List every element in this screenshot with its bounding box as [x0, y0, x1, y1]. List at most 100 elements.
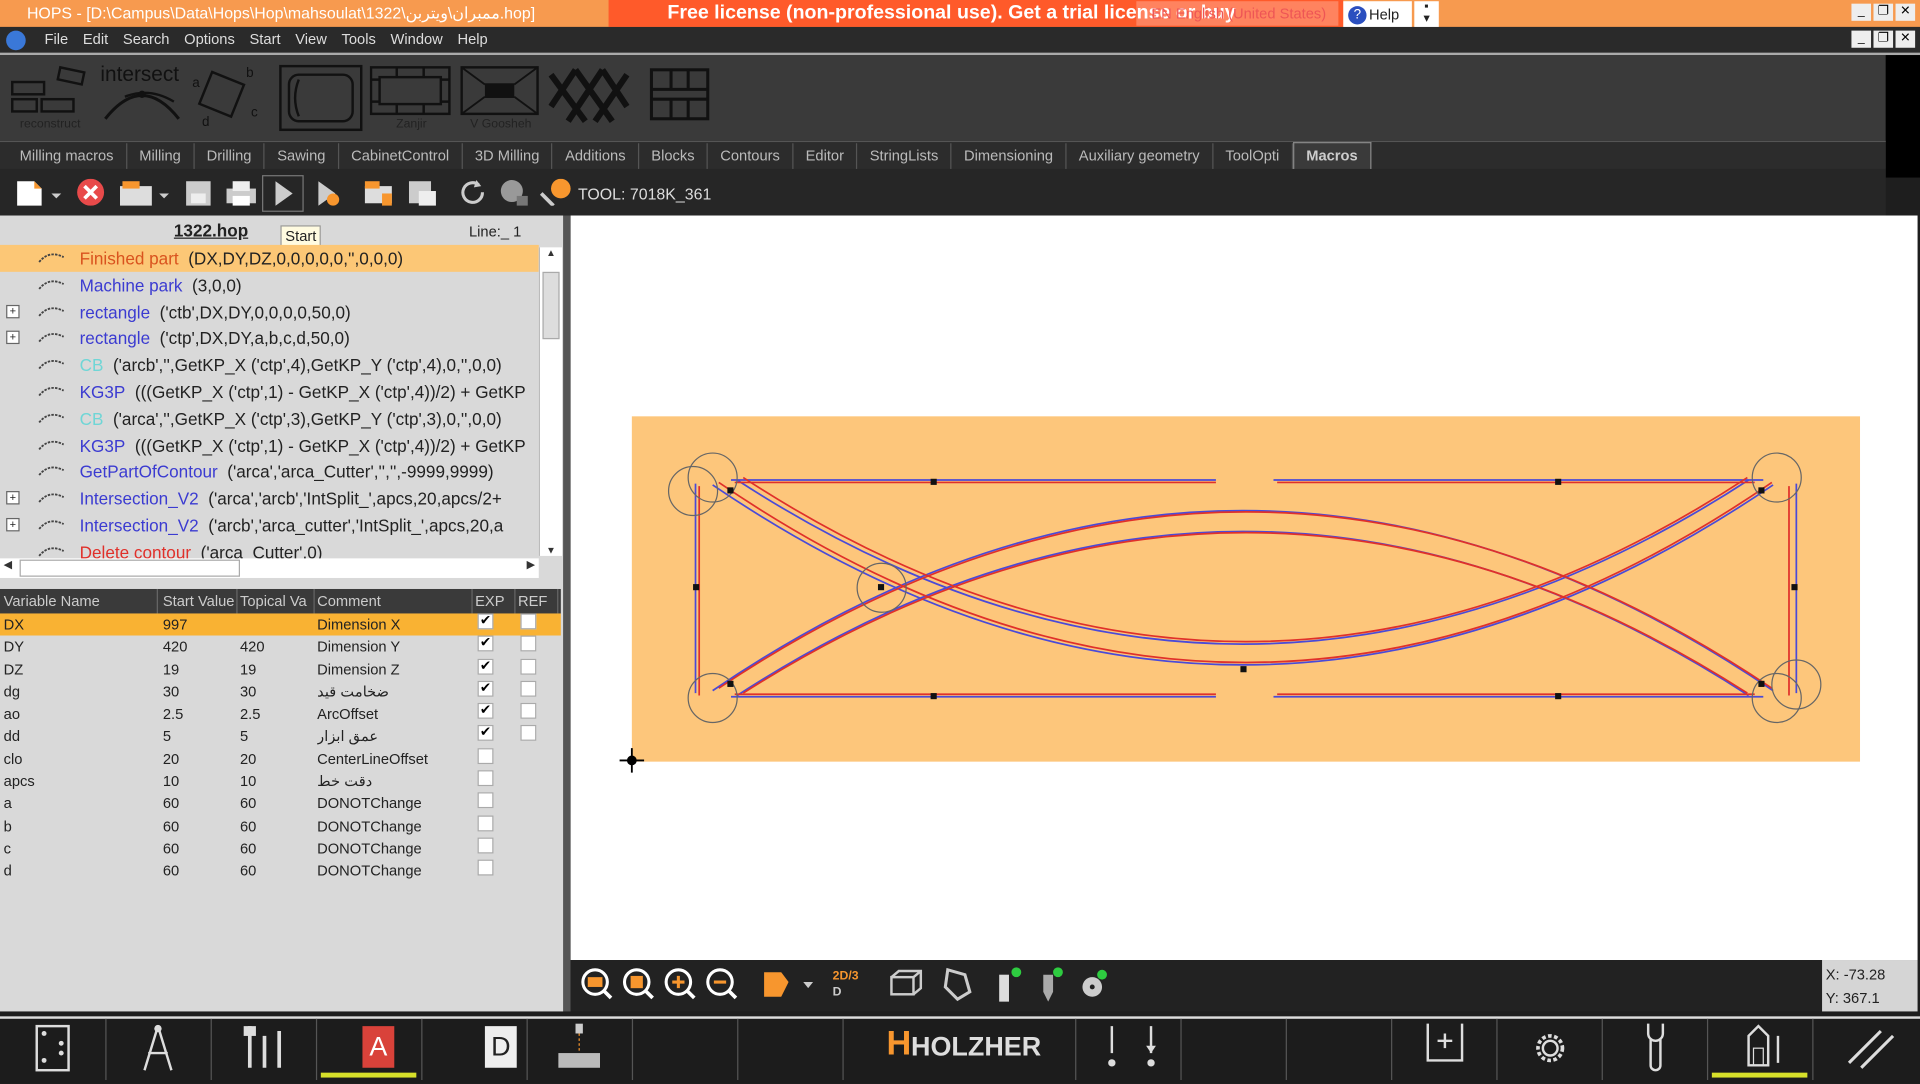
open-file-icon[interactable] [118, 179, 174, 206]
cell-comment[interactable]: ضخامت قید [317, 681, 471, 703]
rotated-rectangle-button[interactable]: a b c d [190, 65, 266, 129]
exp-checkbox[interactable]: ✔ [477, 725, 494, 742]
tools-button[interactable] [211, 1018, 318, 1081]
cell-comment[interactable]: Dimension Z [317, 658, 471, 680]
exp-checkbox[interactable] [477, 859, 494, 876]
exp-checkbox[interactable]: ✔ [477, 635, 494, 652]
close-file-icon[interactable] [76, 178, 105, 206]
menu-file[interactable]: File [37, 27, 75, 53]
tree-item[interactable]: + Intersection_V2 ('arca','arcb','IntSpli… [0, 485, 539, 512]
ref-checkbox[interactable] [520, 658, 537, 675]
cell-topical[interactable]: 19 [240, 658, 313, 680]
cell-name[interactable]: a [4, 793, 157, 815]
tree-item[interactable]: GetPartOfContour ('arca','arca_Cutter','… [0, 458, 539, 485]
tab-toolopti[interactable]: ToolOpti [1213, 143, 1293, 169]
language-indicator[interactable]: EN English (United States) [1136, 1, 1339, 26]
table-row[interactable]: c 60 60 DONOTChange [0, 837, 561, 860]
column-header[interactable]: Comment [317, 588, 473, 614]
tab-contours[interactable]: Contours [708, 143, 794, 169]
column-header[interactable]: Topical Va [240, 588, 315, 614]
cell-comment[interactable]: DONOTChange [317, 838, 471, 860]
doc-restore-button[interactable]: ❐ [1873, 30, 1894, 48]
tool-height-button[interactable] [527, 1018, 634, 1081]
column-header[interactable]: REF [518, 588, 559, 614]
add-panel-button[interactable] [1391, 1018, 1498, 1081]
doc-close-button[interactable]: ✕ [1895, 30, 1916, 48]
help-options-button[interactable]: ▪ ▾ [1414, 1, 1439, 29]
cell-comment[interactable]: Dimension X [317, 613, 471, 635]
scroll-thumb[interactable] [542, 271, 560, 340]
tab-milling-macros[interactable]: Milling macros [7, 143, 127, 169]
cell-name[interactable]: dd [4, 725, 157, 747]
frame-button[interactable] [279, 64, 363, 132]
dimensioning-button[interactable] [105, 1018, 212, 1081]
tab-dimensioning[interactable]: Dimensioning [952, 143, 1067, 169]
settings-button[interactable] [1496, 1018, 1603, 1081]
3d-box-icon[interactable] [890, 969, 923, 996]
scroll-up-icon[interactable]: ▲ [540, 247, 562, 258]
panel-layout-button[interactable] [0, 1018, 107, 1081]
cell-comment[interactable]: DONOTChange [317, 860, 471, 882]
table-row[interactable]: ao 2.5 2.5 ArcOffset ✔ [0, 703, 561, 725]
tree-item[interactable]: KG3P (((GetKP_X ('ctp',1) - GetKP_X ('ct… [0, 378, 539, 405]
tab-editor[interactable]: Editor [793, 143, 858, 169]
column-header[interactable]: Variable Name [4, 588, 158, 614]
tree-item[interactable]: + Intersection_V2 ('arcb','arca_cutter','… [0, 512, 539, 539]
tab-auxiliary-geometry[interactable]: Auxiliary geometry [1067, 143, 1214, 169]
tree-horizontal-scrollbar[interactable]: ◀ ▶ [0, 558, 539, 578]
lattice-button[interactable] [548, 65, 630, 126]
edit-button[interactable] [1812, 1019, 1917, 1080]
zoom-in-icon[interactable] [664, 968, 696, 1000]
view-direction-icon[interactable] [764, 972, 814, 997]
tree-item[interactable]: + rectangle ('ctp',DX,DY,a,b,c,d,50,0) [0, 325, 539, 352]
refresh-icon[interactable] [458, 179, 487, 206]
new-file-icon[interactable] [15, 179, 64, 206]
d-mode-button[interactable]: D [421, 1018, 528, 1081]
cell-name[interactable]: DZ [4, 658, 157, 680]
tool-display-icon[interactable] [999, 967, 1022, 1002]
cell-start[interactable]: 60 [163, 860, 236, 882]
tool-select-icon[interactable] [539, 178, 573, 206]
start-button[interactable] [262, 175, 304, 212]
save-all-icon[interactable] [407, 179, 439, 206]
empty-slot-1[interactable] [632, 1018, 739, 1081]
cell-start[interactable]: 19 [163, 658, 236, 680]
menu-view[interactable]: View [288, 27, 334, 53]
table-row[interactable]: dd 5 5 عمق ابزار ✔ [0, 725, 561, 747]
ref-checkbox[interactable] [520, 680, 537, 697]
exp-checkbox[interactable] [477, 747, 494, 764]
exp-checkbox[interactable] [477, 770, 494, 787]
exp-checkbox[interactable] [477, 792, 494, 809]
menu-tools[interactable]: Tools [334, 27, 383, 53]
tab-milling[interactable]: Milling [127, 143, 195, 169]
tab-blocks[interactable]: Blocks [639, 143, 709, 169]
table-row[interactable]: d 60 60 DONOTChange [0, 859, 561, 882]
tab-cabinetcontrol[interactable]: CabinetControl [339, 143, 463, 169]
open-list-icon[interactable] [362, 179, 396, 206]
exp-checkbox[interactable] [477, 815, 494, 832]
cell-start[interactable]: 60 [163, 815, 236, 837]
cell-topical[interactable]: 20 [240, 748, 313, 770]
cell-start[interactable]: 60 [163, 793, 236, 815]
table-row[interactable]: dg 30 30 ضخامت قید ✔ [0, 680, 561, 703]
ref-checkbox[interactable] [520, 635, 537, 652]
tab-stringlists[interactable]: StringLists [857, 143, 952, 169]
column-header[interactable]: Start Value [163, 588, 238, 614]
alerts-button[interactable] [1075, 1018, 1182, 1081]
exp-checkbox[interactable]: ✔ [477, 703, 494, 720]
scroll-down-icon[interactable]: ▼ [540, 545, 562, 556]
cell-start[interactable]: 2.5 [163, 703, 236, 725]
table-row[interactable]: a 60 60 DONOTChange [0, 792, 561, 815]
print-icon[interactable] [224, 179, 258, 206]
tree-item[interactable]: Finished part (DX,DY,DZ,0,0,0,0,0,'',0,0… [0, 244, 539, 272]
cell-start[interactable]: 20 [163, 748, 236, 770]
hscroll-thumb[interactable] [19, 559, 241, 577]
tab-drilling[interactable]: Drilling [194, 143, 265, 169]
zoom-all-icon[interactable] [581, 968, 613, 1000]
drawing-canvas[interactable] [570, 215, 1918, 961]
menu-window[interactable]: Window [383, 27, 450, 53]
save-icon[interactable] [184, 179, 213, 206]
cell-name[interactable]: clo [4, 748, 157, 770]
restore-button[interactable]: ❐ [1873, 3, 1894, 21]
start-pause-icon[interactable] [313, 179, 342, 206]
